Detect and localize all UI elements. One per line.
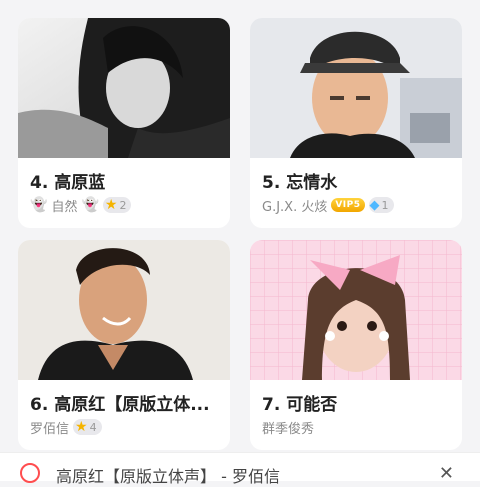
song-cover-image[interactable] [250,18,462,158]
song-card[interactable]: 5. 忘情水 G.J.X. 火烗 VIP5 ◆ 1 [250,18,462,228]
vip-badge: VIP5 [331,198,365,212]
song-cover-image[interactable] [18,18,230,158]
avatar[interactable] [20,463,40,483]
song-title[interactable]: 4. 高原蓝 [30,168,222,193]
diamond-icon: ◆ [369,197,380,213]
song-author-row: 罗佰信 ★ 4 [30,418,102,437]
song-card[interactable]: 7. 可能否 群季俊秀 [250,240,462,450]
star-badge: ★ 2 [102,197,132,213]
song-author[interactable]: 群季俊秀 [262,418,314,437]
now-playing-bar[interactable]: 高原红【原版立体声】 - 罗佰信 ✕ [0,452,480,486]
gem-badge: ◆ 1 [368,197,394,213]
gem-count: 1 [381,198,389,212]
song-author-row: 👻 自然 👻 ★ 2 [30,196,132,215]
star-icon: ★ [75,419,88,435]
song-cover-image[interactable] [250,240,462,380]
song-card[interactable]: 4. 高原蓝 👻 自然 👻 ★ 2 [18,18,230,228]
song-author[interactable]: G.J.X. 火烗 [262,196,327,215]
ghost-icon: 👻 [81,197,99,213]
song-author[interactable]: 自然 [51,196,77,215]
star-badge: ★ 4 [73,419,102,435]
song-cover-image[interactable] [18,240,230,380]
song-title[interactable]: 7. 可能否 [262,390,454,415]
song-author-row: 群季俊秀 [262,418,314,437]
star-count: 2 [119,198,127,212]
song-author[interactable]: 罗佰信 [30,418,69,437]
star-count: 4 [89,420,97,434]
close-icon[interactable]: ✕ [439,463,454,484]
star-icon: ★ [104,197,118,213]
song-title[interactable]: 6. 高原红【原版立体... [30,390,222,415]
song-title[interactable]: 5. 忘情水 [262,168,454,193]
song-card[interactable]: 6. 高原红【原版立体... 罗佰信 ★ 4 [18,240,230,450]
now-playing-text[interactable]: 高原红【原版立体声】 - 罗佰信 [56,463,280,487]
song-author-row: G.J.X. 火烗 VIP5 ◆ 1 [262,196,394,215]
ghost-icon: 👻 [30,197,48,213]
